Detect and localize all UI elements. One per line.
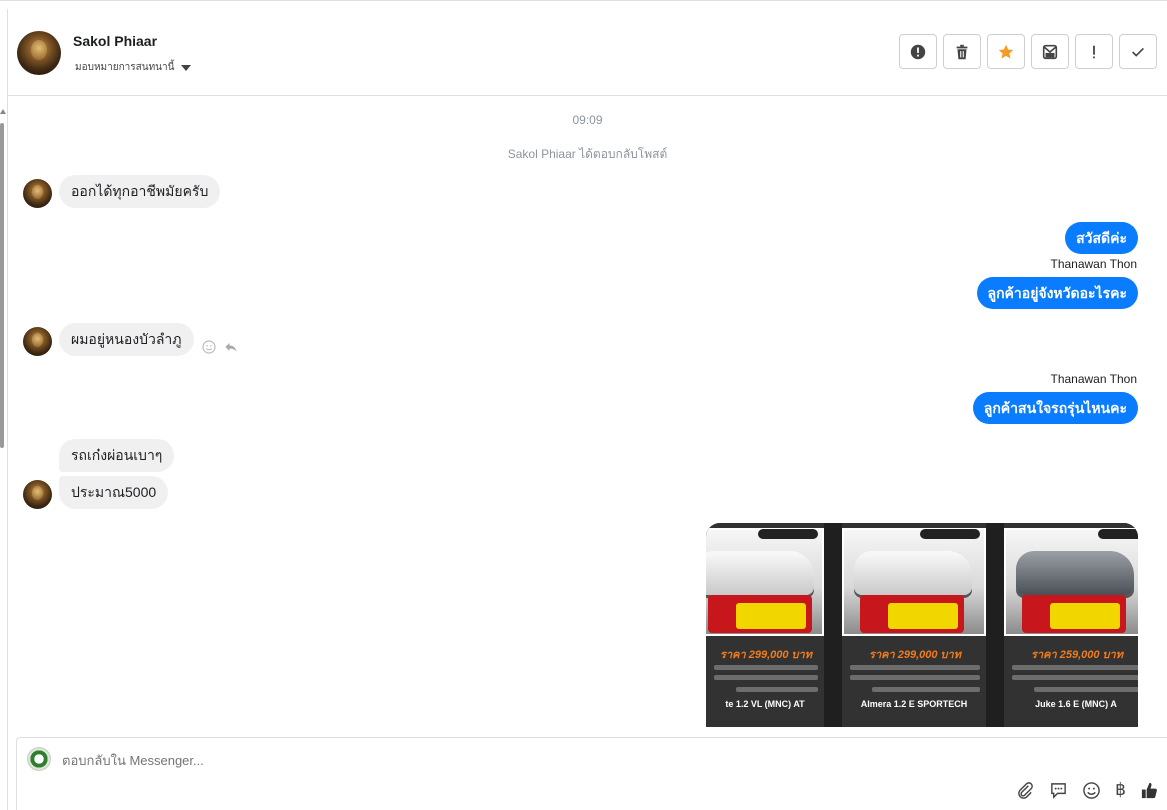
star-button[interactable] xyxy=(987,34,1025,69)
message-thread[interactable]: 09:09 Sakol Phiaar ได้ตอบกลับโพสต์ ออกได… xyxy=(8,97,1167,727)
detail-line xyxy=(736,687,818,692)
model-label: Almera 1.2 E SPORTECH xyxy=(860,699,968,709)
exclamation-icon xyxy=(1093,45,1095,58)
thumbs-up-icon[interactable] xyxy=(1140,781,1159,800)
phone-tag xyxy=(758,529,818,539)
detail-line xyxy=(1034,687,1138,692)
detail-line xyxy=(1012,675,1138,680)
alert-icon xyxy=(910,44,926,59)
system-notice: Sakol Phiaar ได้ตอบกลับโพสต์ xyxy=(507,147,668,161)
detail-line xyxy=(872,687,980,692)
promo-badge xyxy=(860,595,964,633)
emoji-react-icon[interactable] xyxy=(201,339,217,355)
car-image xyxy=(1016,551,1134,595)
action-toolbar xyxy=(899,34,1157,69)
chevron-down-icon xyxy=(181,64,192,71)
promo-badge xyxy=(708,595,812,633)
reply-icon[interactable] xyxy=(223,339,239,355)
message-bubble-incoming[interactable]: ประมาณ5000 xyxy=(59,476,169,509)
car-ad-card[interactable]: ราคา 299,000 บาท Almera 1.2 E SPORTECH xyxy=(842,523,1004,727)
sender-name: Thanawan Thon xyxy=(1050,257,1137,271)
assign-label: มอบหมายการสนทนานี้ xyxy=(75,62,175,73)
baht-icon[interactable]: ฿ xyxy=(1115,780,1126,800)
model-label: te 1.2 VL (MNC) AT xyxy=(725,699,805,709)
composer-actions: ฿ xyxy=(1016,780,1159,800)
message-actions xyxy=(201,339,239,355)
mark-unread-button[interactable] xyxy=(1031,34,1069,69)
scrollbar-thumb[interactable] xyxy=(0,123,4,448)
scroll-up-icon[interactable] xyxy=(0,109,6,114)
car-ad-card[interactable]: ราคา 299,000 บาท te 1.2 VL (MNC) AT xyxy=(706,523,842,727)
image-attachment[interactable]: ราคา 299,000 บาท te 1.2 VL (MNC) AT ราคา… xyxy=(706,523,1138,727)
avatar[interactable] xyxy=(23,179,52,208)
message-bubble-incoming[interactable]: รถเก๋งผ่อนเบาๆ xyxy=(59,439,175,472)
sender-name: Thanawan Thon xyxy=(1050,372,1137,386)
detail-line xyxy=(714,675,818,680)
conversation-header: Sakol Phiaar มอบหมายการสนทนานี้ xyxy=(8,9,1167,96)
message-bubble-incoming[interactable]: ออกได้ทุกอาชีพมัยครับ xyxy=(59,175,221,208)
emoji-icon[interactable] xyxy=(1082,781,1101,800)
follow-up-button[interactable] xyxy=(1075,34,1113,69)
trash-icon xyxy=(956,44,968,59)
detail-line xyxy=(850,665,980,670)
message-bubble-outgoing[interactable]: ลูกค้าอยู่จังหวัดอะไรคะ xyxy=(976,277,1138,309)
messenger-window: Sakol Phiaar มอบหมายการสนทนานี้ 09:09 Sa… xyxy=(0,0,1167,810)
delete-button[interactable] xyxy=(943,34,981,69)
star-icon xyxy=(998,44,1014,58)
message-bubble-outgoing[interactable]: สวัสดีค่ะ xyxy=(1065,222,1138,254)
avatar[interactable] xyxy=(23,480,52,509)
phone-tag xyxy=(1098,529,1138,539)
reply-composer: ฿ xyxy=(16,737,1167,810)
price-label: ราคา 299,000 บาท xyxy=(720,649,812,661)
timestamp: 09:09 xyxy=(572,113,603,127)
car-image xyxy=(706,551,814,595)
phone-tag xyxy=(920,529,980,539)
assign-dropdown[interactable]: มอบหมายการสนทนานี้ xyxy=(75,60,192,75)
contact-name[interactable]: Sakol Phiaar xyxy=(73,33,157,49)
car-ad-card[interactable]: ราคา 259,000 บาท Juke 1.6 E (MNC) A xyxy=(1004,523,1138,727)
reply-input[interactable] xyxy=(62,753,662,768)
avatar[interactable] xyxy=(17,31,61,75)
saved-reply-icon[interactable] xyxy=(1049,781,1068,800)
page-avatar xyxy=(27,747,51,771)
detail-line xyxy=(714,665,818,670)
message-bubble-outgoing[interactable]: ลูกค้าสนใจรถรุ่นไหนคะ xyxy=(972,392,1138,424)
mark-unread-icon xyxy=(1042,44,1058,59)
price-label: ราคา 259,000 บาท xyxy=(1031,649,1123,661)
promo-badge xyxy=(1022,595,1126,633)
avatar[interactable] xyxy=(23,327,52,356)
scrollbar[interactable] xyxy=(0,101,6,810)
model-label: Juke 1.6 E (MNC) A xyxy=(1035,699,1117,709)
mark-done-button[interactable] xyxy=(1119,34,1157,69)
mark-spam-button[interactable] xyxy=(899,34,937,69)
checkmark-icon xyxy=(1132,47,1144,57)
paperclip-icon[interactable] xyxy=(1016,781,1035,800)
price-label: ราคา 299,000 บาท xyxy=(869,649,961,661)
car-image xyxy=(854,551,972,595)
detail-line xyxy=(850,675,980,680)
detail-line xyxy=(1012,665,1138,670)
message-bubble-incoming[interactable]: ผมอยู่หนองบัวลำภู xyxy=(59,323,194,356)
